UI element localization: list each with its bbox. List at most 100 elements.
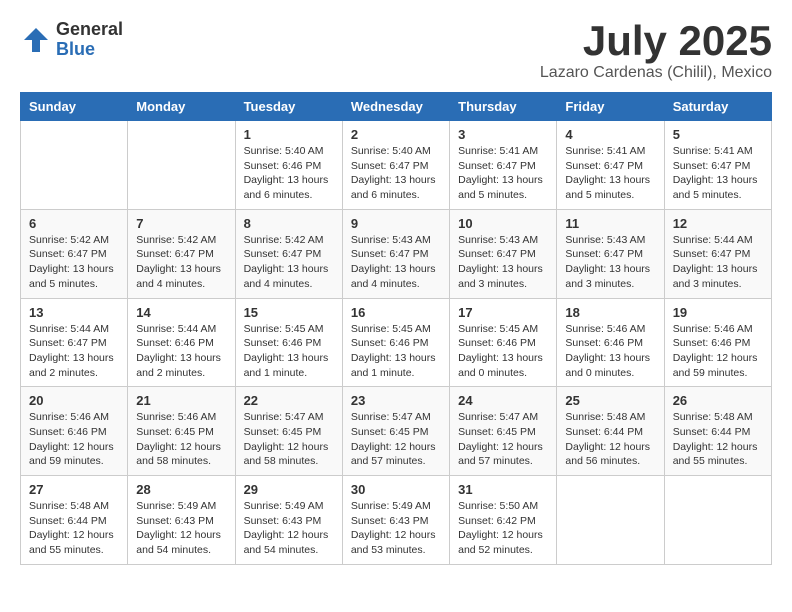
day-number: 13 [29,305,119,320]
day-number: 14 [136,305,226,320]
day-number: 15 [244,305,334,320]
day-number: 17 [458,305,548,320]
weekday-header: Friday [557,93,664,121]
weekday-header: Tuesday [235,93,342,121]
day-info: Sunrise: 5:47 AM Sunset: 6:45 PM Dayligh… [351,410,441,469]
day-info: Sunrise: 5:48 AM Sunset: 6:44 PM Dayligh… [29,499,119,558]
day-info: Sunrise: 5:49 AM Sunset: 6:43 PM Dayligh… [244,499,334,558]
day-info: Sunrise: 5:50 AM Sunset: 6:42 PM Dayligh… [458,499,548,558]
day-number: 2 [351,127,441,142]
calendar-cell: 9Sunrise: 5:43 AM Sunset: 6:47 PM Daylig… [342,209,449,298]
day-info: Sunrise: 5:46 AM Sunset: 6:46 PM Dayligh… [29,410,119,469]
calendar-cell [664,476,771,565]
calendar-week-row: 20 Sunrise: 5:46 AM Sunset: 6:46 PM Dayli… [21,387,772,476]
calendar-cell: 13Sunrise: 5:44 AM Sunset: 6:47 PM Dayli… [21,298,128,387]
calendar: SundayMondayTuesdayWednesdayThursdayFrid… [20,92,772,565]
day-number: 25 [565,393,655,408]
location-title: Lazaro Cardenas (Chilil), Mexico [540,64,772,82]
day-info: Sunrise: 5:40 AM Sunset: 6:46 PM Dayligh… [244,144,334,203]
day-info: Sunrise: 5:42 AM Sunset: 6:47 PM Dayligh… [244,233,334,292]
day-number: 12 [673,216,763,231]
day-info: Sunrise: 5:41 AM Sunset: 6:47 PM Dayligh… [458,144,548,203]
day-number: 7 [136,216,226,231]
calendar-cell: 16 Sunrise: 5:45 AM Sunset: 6:46 PM Dayli… [342,298,449,387]
day-info: Sunrise: 5:44 AM Sunset: 6:47 PM Dayligh… [673,233,763,292]
calendar-week-row: 1 Sunrise: 5:40 AM Sunset: 6:46 PM Daylig… [21,121,772,210]
calendar-cell: 4 Sunrise: 5:41 AM Sunset: 6:47 PM Daylig… [557,121,664,210]
day-number: 28 [136,482,226,497]
weekday-header: Sunday [21,93,128,121]
day-number: 24 [458,393,548,408]
day-info: Sunrise: 5:45 AM Sunset: 6:46 PM Dayligh… [244,322,334,381]
calendar-cell: 20 Sunrise: 5:46 AM Sunset: 6:46 PM Dayli… [21,387,128,476]
calendar-week-row: 6Sunrise: 5:42 AM Sunset: 6:47 PM Daylig… [21,209,772,298]
calendar-cell: 22 Sunrise: 5:47 AM Sunset: 6:45 PM Dayli… [235,387,342,476]
calendar-week-row: 27 Sunrise: 5:48 AM Sunset: 6:44 PM Dayli… [21,476,772,565]
day-number: 23 [351,393,441,408]
calendar-cell: 30Sunrise: 5:49 AM Sunset: 6:43 PM Dayli… [342,476,449,565]
calendar-cell [21,121,128,210]
weekday-header: Thursday [450,93,557,121]
calendar-cell: 15 Sunrise: 5:45 AM Sunset: 6:46 PM Dayli… [235,298,342,387]
logo: General Blue [20,20,123,60]
calendar-cell: 31 Sunrise: 5:50 AM Sunset: 6:42 PM Dayli… [450,476,557,565]
day-info: Sunrise: 5:48 AM Sunset: 6:44 PM Dayligh… [565,410,655,469]
calendar-cell: 11Sunrise: 5:43 AM Sunset: 6:47 PM Dayli… [557,209,664,298]
calendar-cell: 19Sunrise: 5:46 AM Sunset: 6:46 PM Dayli… [664,298,771,387]
calendar-cell: 12 Sunrise: 5:44 AM Sunset: 6:47 PM Dayli… [664,209,771,298]
day-number: 16 [351,305,441,320]
day-info: Sunrise: 5:43 AM Sunset: 6:47 PM Dayligh… [351,233,441,292]
day-number: 5 [673,127,763,142]
day-info: Sunrise: 5:49 AM Sunset: 6:43 PM Dayligh… [351,499,441,558]
day-info: Sunrise: 5:42 AM Sunset: 6:47 PM Dayligh… [29,233,119,292]
day-info: Sunrise: 5:45 AM Sunset: 6:46 PM Dayligh… [458,322,548,381]
day-number: 11 [565,216,655,231]
day-number: 4 [565,127,655,142]
weekday-header: Wednesday [342,93,449,121]
calendar-cell: 1 Sunrise: 5:40 AM Sunset: 6:46 PM Daylig… [235,121,342,210]
month-title: July 2025 [540,20,772,62]
day-info: Sunrise: 5:49 AM Sunset: 6:43 PM Dayligh… [136,499,226,558]
calendar-header: SundayMondayTuesdayWednesdayThursdayFrid… [21,93,772,121]
day-number: 26 [673,393,763,408]
calendar-cell: 18Sunrise: 5:46 AM Sunset: 6:46 PM Dayli… [557,298,664,387]
day-number: 20 [29,393,119,408]
calendar-body: 1 Sunrise: 5:40 AM Sunset: 6:46 PM Daylig… [21,121,772,565]
calendar-cell: 14 Sunrise: 5:44 AM Sunset: 6:46 PM Dayli… [128,298,235,387]
logo-text: General Blue [56,20,123,60]
calendar-cell: 5 Sunrise: 5:41 AM Sunset: 6:47 PM Daylig… [664,121,771,210]
calendar-cell [128,121,235,210]
day-number: 27 [29,482,119,497]
calendar-cell: 28 Sunrise: 5:49 AM Sunset: 6:43 PM Dayli… [128,476,235,565]
day-number: 21 [136,393,226,408]
day-number: 8 [244,216,334,231]
day-info: Sunrise: 5:48 AM Sunset: 6:44 PM Dayligh… [673,410,763,469]
day-info: Sunrise: 5:45 AM Sunset: 6:46 PM Dayligh… [351,322,441,381]
calendar-cell: 21 Sunrise: 5:46 AM Sunset: 6:45 PM Dayli… [128,387,235,476]
day-number: 19 [673,305,763,320]
calendar-cell: 2 Sunrise: 5:40 AM Sunset: 6:47 PM Daylig… [342,121,449,210]
day-info: Sunrise: 5:40 AM Sunset: 6:47 PM Dayligh… [351,144,441,203]
calendar-cell: 10Sunrise: 5:43 AM Sunset: 6:47 PM Dayli… [450,209,557,298]
day-info: Sunrise: 5:46 AM Sunset: 6:45 PM Dayligh… [136,410,226,469]
day-info: Sunrise: 5:41 AM Sunset: 6:47 PM Dayligh… [565,144,655,203]
logo-general: General [56,20,123,40]
day-info: Sunrise: 5:47 AM Sunset: 6:45 PM Dayligh… [458,410,548,469]
calendar-cell: 17 Sunrise: 5:45 AM Sunset: 6:46 PM Dayli… [450,298,557,387]
day-info: Sunrise: 5:44 AM Sunset: 6:46 PM Dayligh… [136,322,226,381]
calendar-cell: 29Sunrise: 5:49 AM Sunset: 6:43 PM Dayli… [235,476,342,565]
day-info: Sunrise: 5:47 AM Sunset: 6:45 PM Dayligh… [244,410,334,469]
calendar-cell: 8 Sunrise: 5:42 AM Sunset: 6:47 PM Daylig… [235,209,342,298]
day-info: Sunrise: 5:43 AM Sunset: 6:47 PM Dayligh… [458,233,548,292]
day-info: Sunrise: 5:41 AM Sunset: 6:47 PM Dayligh… [673,144,763,203]
logo-icon [20,24,52,56]
calendar-cell: 25 Sunrise: 5:48 AM Sunset: 6:44 PM Dayli… [557,387,664,476]
title-area: July 2025 Lazaro Cardenas (Chilil), Mexi… [540,20,772,82]
calendar-cell [557,476,664,565]
day-number: 31 [458,482,548,497]
calendar-cell: 23 Sunrise: 5:47 AM Sunset: 6:45 PM Dayli… [342,387,449,476]
day-number: 22 [244,393,334,408]
day-number: 18 [565,305,655,320]
weekday-row: SundayMondayTuesdayWednesdayThursdayFrid… [21,93,772,121]
day-number: 1 [244,127,334,142]
